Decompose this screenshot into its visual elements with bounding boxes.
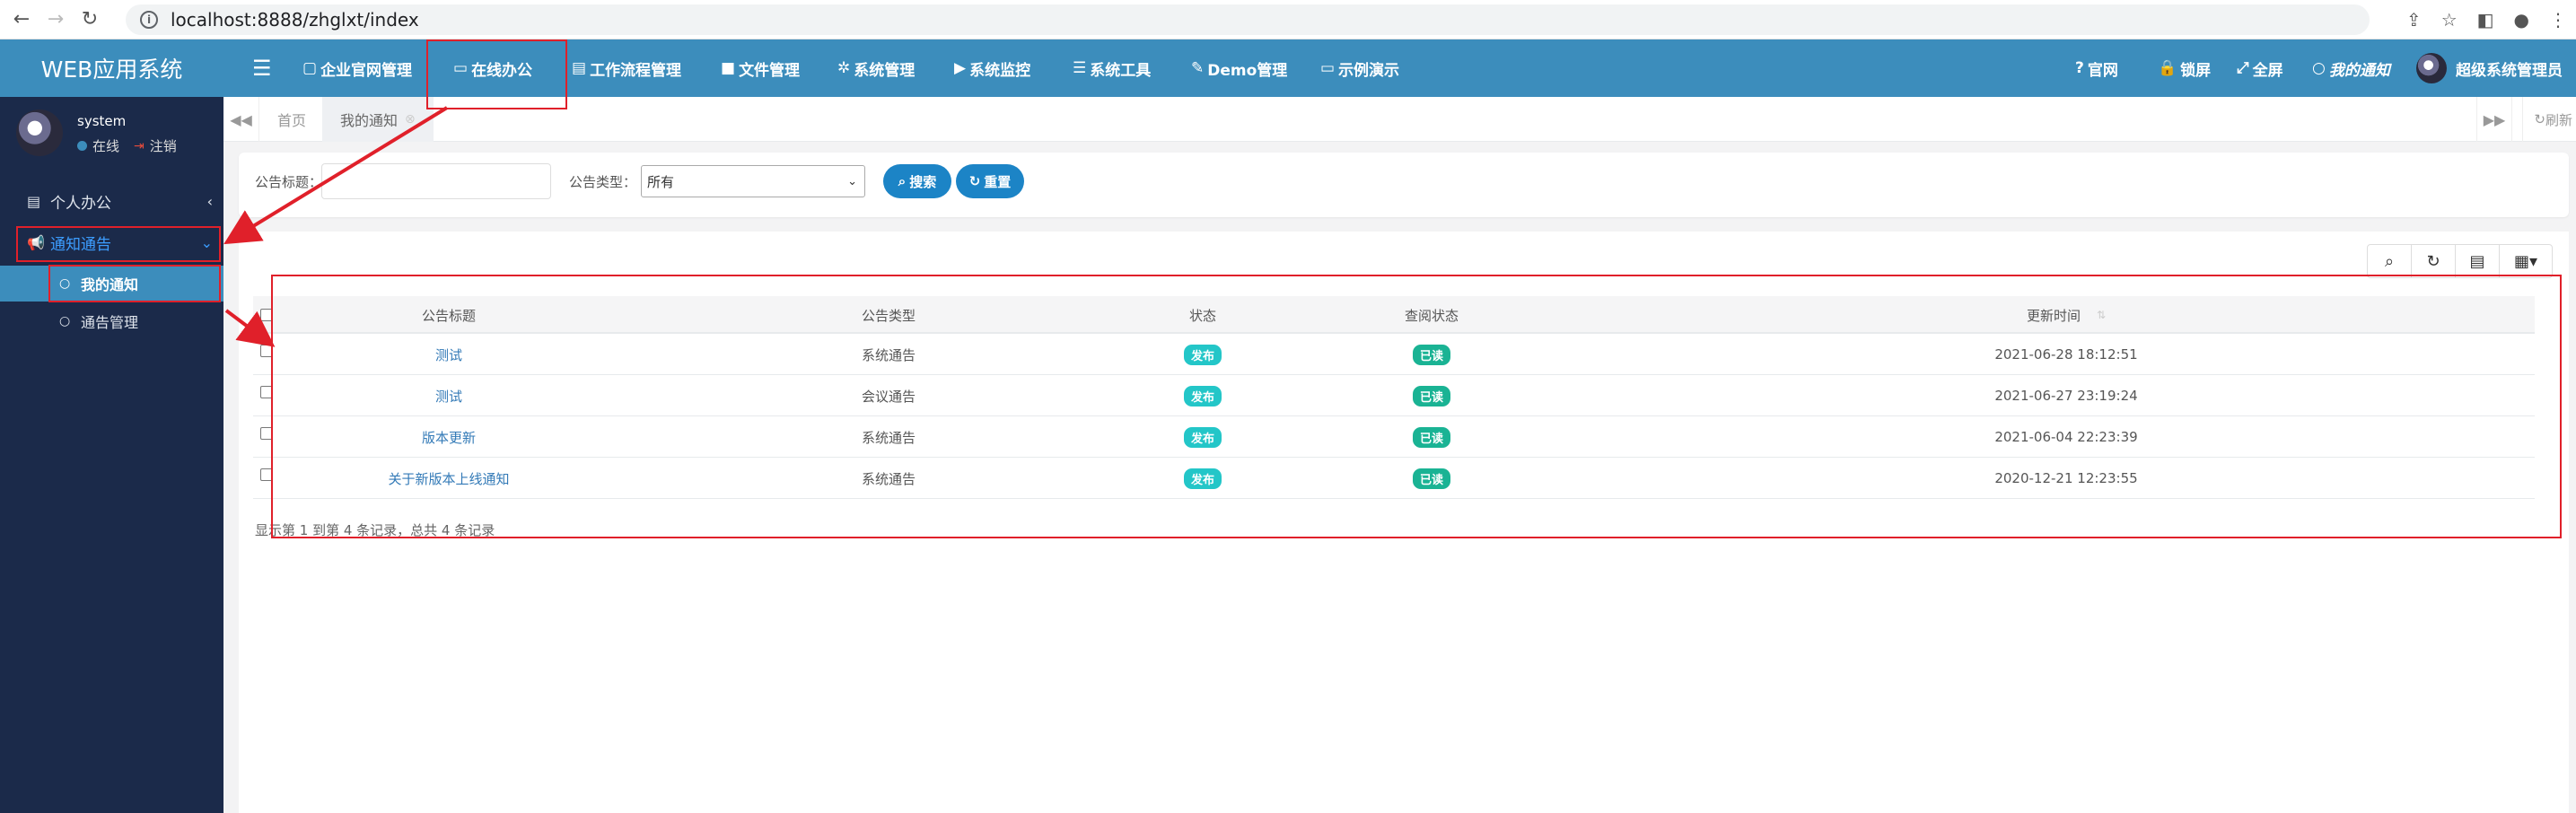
arrow-to-table [224, 309, 276, 347]
arrow-to-notices [223, 106, 449, 245]
annotation-arrows [223, 106, 449, 347]
